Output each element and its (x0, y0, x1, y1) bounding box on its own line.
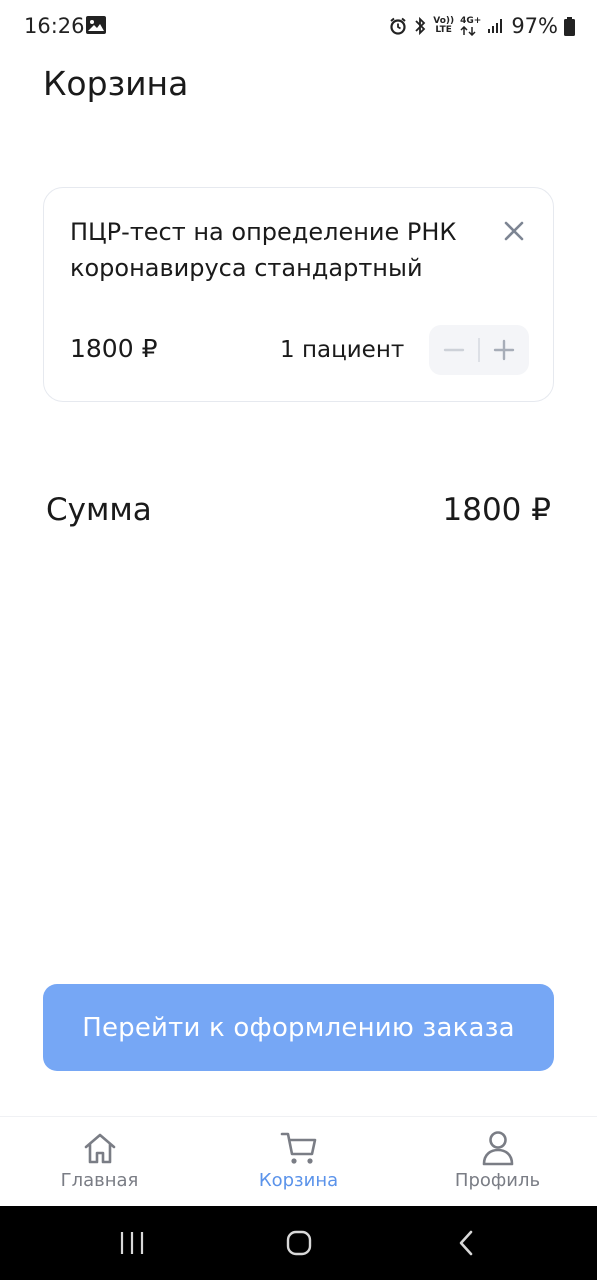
item-patients-count: 1 пациент (280, 337, 405, 363)
item-price: 1800 ₽ (70, 334, 158, 363)
sum-label: Сумма (46, 492, 152, 528)
signal-icon (487, 18, 503, 34)
page-title: Корзина (43, 64, 189, 103)
home-circle-icon (286, 1230, 312, 1256)
back-button[interactable] (446, 1228, 486, 1258)
checkout-button[interactable]: Перейти к оформлению заказа (43, 984, 554, 1071)
recents-icon (120, 1232, 144, 1254)
home-icon (80, 1129, 120, 1167)
volte-icon: Vo)) LTE (433, 16, 455, 35)
increment-button[interactable] (480, 325, 529, 375)
item-name: ПЦР-тест на определение РНК коронавируса… (70, 218, 457, 282)
close-icon (504, 221, 524, 241)
plus-icon (494, 339, 515, 361)
bottom-nav: Главная Корзина Профиль (0, 1116, 597, 1206)
decrement-button[interactable] (429, 325, 478, 375)
remove-item-button[interactable] (499, 216, 529, 246)
battery-icon (564, 16, 575, 36)
patients-stepper (429, 325, 529, 375)
system-nav-bar (0, 1206, 597, 1280)
data-arrows-icon: 4G+ (460, 16, 481, 36)
sum-value: 1800 ₽ (442, 492, 551, 528)
cart-item-card: ПЦР-тест на определение РНК коронавируса… (43, 187, 554, 402)
cart-icon (279, 1129, 319, 1167)
system-home-button[interactable] (279, 1228, 319, 1258)
back-icon (459, 1230, 473, 1256)
nav-item-home[interactable]: Главная (0, 1117, 199, 1207)
profile-icon (478, 1129, 518, 1167)
gallery-icon (86, 16, 106, 34)
nav-item-profile[interactable]: Профиль (398, 1117, 597, 1207)
nav-label-home: Главная (60, 1170, 139, 1191)
nav-label-profile: Профиль (454, 1170, 541, 1191)
status-bar: 16:26 Vo)) LTE 4G+ 97% (0, 0, 597, 54)
battery-percent: 97% (511, 14, 558, 38)
nav-item-cart[interactable]: Корзина (199, 1117, 398, 1207)
recents-button[interactable] (112, 1228, 152, 1258)
minus-icon (443, 348, 464, 352)
nav-label-cart: Корзина (258, 1170, 339, 1191)
status-icons: Vo)) LTE 4G+ 97% (389, 12, 575, 40)
bluetooth-icon (413, 16, 427, 36)
alarm-icon (389, 17, 407, 35)
status-time: 16:26 (24, 14, 85, 38)
